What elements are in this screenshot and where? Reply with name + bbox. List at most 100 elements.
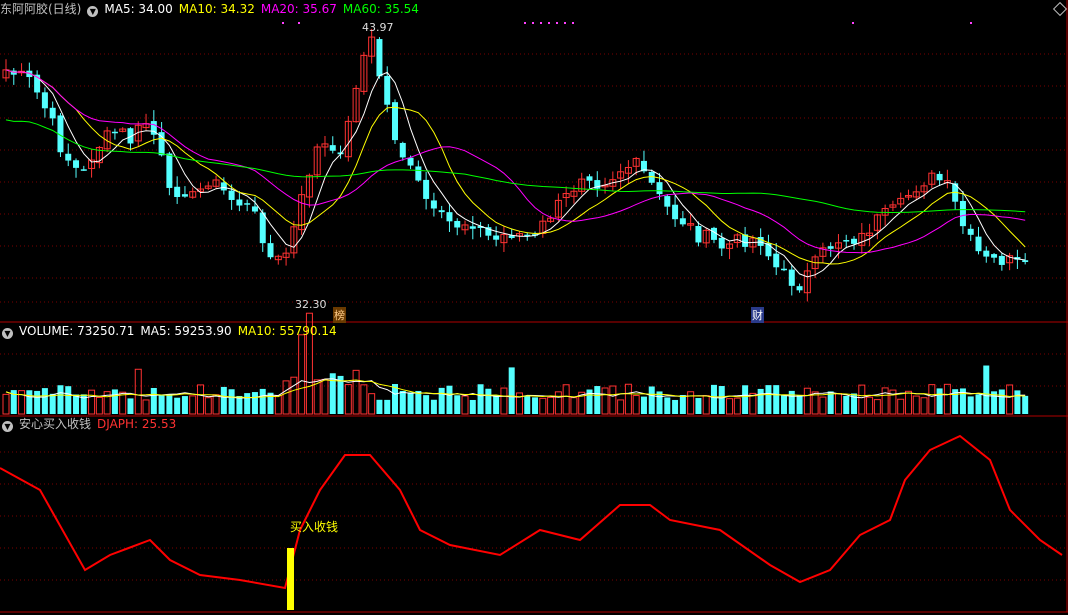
volume-bar-up: [624, 383, 632, 415]
indicator-name: 安心买入收钱: [19, 417, 92, 431]
ma60-legend: MA60: 35.54: [342, 2, 419, 16]
candle-down: [983, 250, 990, 257]
volume-bar-up: [344, 384, 352, 415]
chevron-down-icon[interactable]: ▼: [2, 328, 13, 339]
signal-dot: [572, 22, 574, 24]
volume-bar-down: [174, 397, 181, 414]
volume-bar-down: [532, 397, 539, 414]
volume-bar-down: [936, 388, 943, 414]
volume-bar-up: [733, 397, 741, 415]
price-pane[interactable]: [2, 22, 1029, 302]
signal-dot: [556, 22, 558, 24]
candle-down: [851, 238, 858, 244]
volume-bar-down: [640, 396, 647, 414]
volume-bar-down: [228, 389, 235, 414]
candle-down: [788, 269, 795, 286]
volume-bar-down: [477, 384, 484, 414]
volume-bar-up: [943, 383, 951, 415]
ma20-line: [5, 69, 1026, 254]
volume-bar-up: [189, 395, 197, 415]
signal-dot: [852, 22, 854, 24]
volume-bar-up: [95, 396, 103, 415]
candle-down: [656, 182, 663, 195]
candle-down: [827, 246, 834, 249]
volume-bar-up: [609, 385, 617, 415]
candle-down: [664, 196, 671, 207]
event-marker-bang[interactable]: 榜: [333, 307, 346, 323]
volume-bar-up: [881, 387, 889, 415]
candle-down: [672, 204, 679, 220]
volume-bar-up: [461, 395, 469, 415]
candle-down: [49, 107, 56, 119]
indicator-pane[interactable]: [0, 434, 1063, 610]
candle-down: [975, 236, 982, 252]
volume-ma5-legend: MA5: 59253.90: [140, 324, 232, 338]
volume-bar-down: [594, 386, 601, 414]
candle-down: [407, 157, 414, 166]
chevron-down-icon[interactable]: ▼: [87, 6, 99, 17]
volume-bar-up: [212, 394, 220, 415]
volume-bar-down: [158, 395, 165, 414]
candle-down: [936, 173, 943, 181]
volume-bar-up: [554, 391, 562, 415]
candle-down: [174, 186, 181, 197]
candle-down: [967, 228, 974, 235]
volume-bar-down: [73, 394, 80, 414]
indicator-legend: ▼ 安心买入收钱 DJAPH: 25.53: [0, 416, 182, 432]
buy-signal-label: 买入收钱: [290, 520, 339, 534]
volume-bar-down: [376, 399, 383, 414]
volume-bar-down: [524, 395, 531, 414]
candle-down: [220, 182, 227, 191]
candle-down: [166, 153, 173, 188]
volume-bar-down: [1022, 395, 1029, 414]
volume-bar-up: [539, 397, 547, 415]
volume-bar-down: [399, 390, 406, 414]
chevron-down-icon[interactable]: ▼: [2, 421, 13, 432]
volume-bar-up: [290, 376, 298, 415]
candle-down: [469, 226, 476, 229]
volume-bar-down: [796, 395, 803, 414]
volume-bar-down: [742, 385, 749, 414]
volume-bar-down: [220, 386, 227, 414]
volume-bar-down: [679, 395, 686, 414]
signal-dot: [298, 22, 300, 24]
volume-bar-down: [718, 386, 725, 414]
volume-bar-up: [204, 397, 212, 415]
volume-bar-down: [710, 384, 717, 414]
signal-dot: [282, 22, 284, 24]
volume-bar-up: [352, 369, 360, 415]
signal-dot: [532, 22, 534, 24]
candle-down: [376, 39, 383, 77]
volume-ma10-legend: MA10: 55790.14: [237, 324, 337, 338]
volume-bar-down: [41, 388, 48, 414]
candle-down: [384, 75, 391, 105]
volume-bar-down: [111, 389, 118, 414]
volume-bar-down: [65, 386, 72, 414]
grid-lines: [0, 0, 1068, 613]
volume-bar-up: [912, 395, 920, 415]
candle-down: [111, 131, 118, 134]
candle-down: [228, 190, 235, 200]
candle-down: [781, 268, 787, 271]
low-price-label: 32.30: [295, 298, 327, 311]
volume-bar-down: [251, 392, 258, 414]
volume-bar-up: [702, 395, 710, 415]
event-marker-cai[interactable]: 财: [751, 307, 764, 323]
volume-bar-down: [757, 388, 764, 414]
volume-bar-up: [904, 390, 912, 415]
volume-bar-down: [446, 385, 453, 414]
volume-bar-down: [765, 385, 772, 414]
volume-bar-up: [928, 384, 936, 415]
kline-chart[interactable]: [0, 0, 1068, 615]
candle-down: [438, 210, 445, 213]
candle-down: [959, 200, 966, 227]
volume-bar-down: [430, 399, 437, 414]
volume-bar-up: [547, 396, 555, 415]
volume-bar-up: [803, 387, 811, 415]
candle-down: [236, 199, 243, 206]
volume-bar-up: [866, 396, 874, 415]
candle-down: [267, 243, 274, 258]
candle-down: [446, 212, 453, 222]
volume-bar-up: [298, 334, 306, 415]
volume-bar-down: [967, 396, 974, 414]
